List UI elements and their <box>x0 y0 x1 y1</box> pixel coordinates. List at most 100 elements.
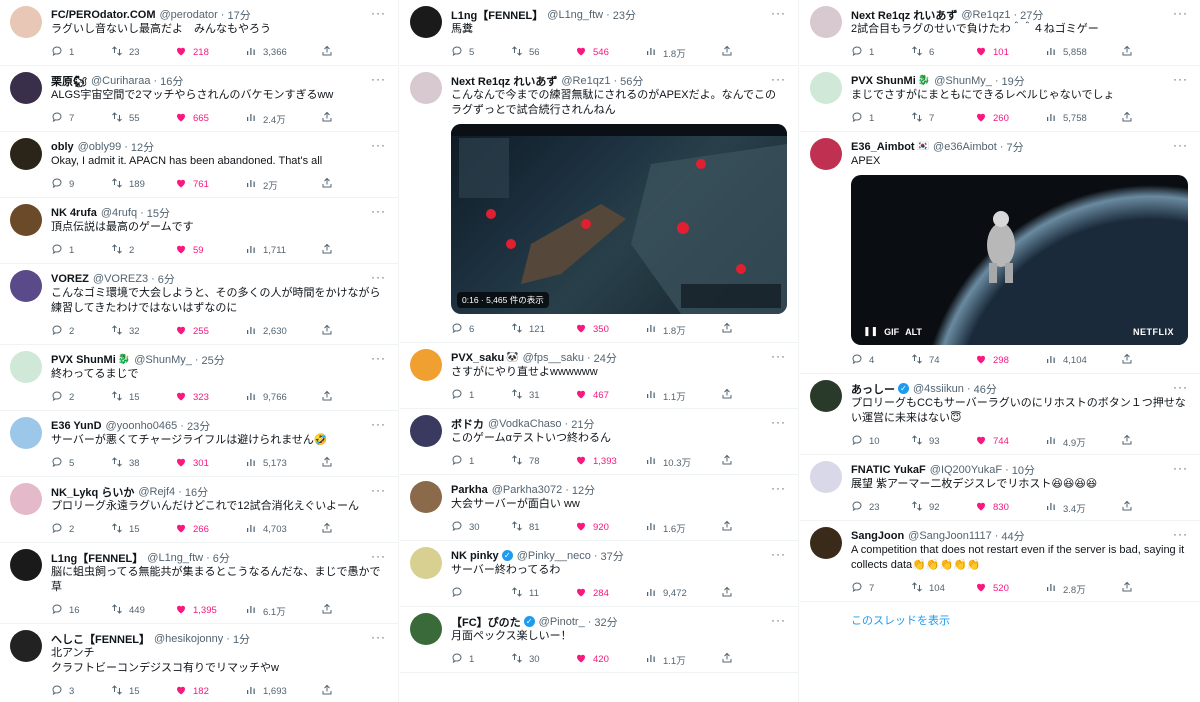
like-button[interactable]: 323 <box>175 390 209 405</box>
show-thread-link[interactable]: このスレッドを表示 <box>800 602 1200 628</box>
display-name[interactable]: obly <box>51 141 74 153</box>
more-options-icon[interactable]: ··· <box>1173 6 1188 20</box>
reply-button[interactable]: 30 <box>451 520 480 535</box>
views-button[interactable]: 1,711 <box>245 243 286 258</box>
tweet-timestamp[interactable]: 1分 <box>233 631 250 646</box>
display-name[interactable]: NK_Lykq らいか <box>51 484 134 499</box>
display-name[interactable]: ボドカ <box>451 416 484 431</box>
more-options-icon[interactable]: ··· <box>1173 380 1188 394</box>
tweet-card[interactable]: Next Re1qz れいあず @Re1qz1 · 27分 ··· 2試合目もラグのせいで… <box>800 0 1200 66</box>
like-button[interactable]: 284 <box>575 586 609 601</box>
retweet-button[interactable]: 74 <box>911 353 940 368</box>
tweet-card[interactable]: E36 YunD @yoonho0465 · 23分 ··· サーバーが悪くてチャージライ… <box>0 411 398 477</box>
more-options-icon[interactable]: ··· <box>371 483 386 497</box>
avatar[interactable] <box>810 6 842 38</box>
tweet-card[interactable]: PVX ShunMi 🐉 @ShunMy_ · 19分 ··· まじでさすがにまともにできる… <box>800 66 1200 132</box>
reply-button[interactable]: 1 <box>451 454 474 469</box>
reply-button[interactable]: 1 <box>851 45 874 60</box>
reply-button[interactable]: 1 <box>851 111 874 126</box>
views-button[interactable]: 1.6万 <box>645 520 686 535</box>
like-button[interactable]: 744 <box>975 434 1009 449</box>
avatar[interactable] <box>10 6 42 38</box>
like-button[interactable]: 218 <box>175 45 209 60</box>
more-options-icon[interactable]: ··· <box>771 481 786 495</box>
retweet-button[interactable]: 15 <box>111 522 140 537</box>
tweet-card[interactable]: L1ng【FENNEL】 @L1ng_ftw · 6分 ··· 脳に蛆虫飼ってる無能共が集… <box>0 543 398 624</box>
avatar[interactable] <box>10 270 42 302</box>
reply-button[interactable] <box>451 586 469 601</box>
user-handle[interactable]: @Curiharaa <box>91 75 150 87</box>
share-button[interactable] <box>321 324 333 339</box>
retweet-button[interactable]: 38 <box>111 456 140 471</box>
tweet-timestamp[interactable]: 12分 <box>572 482 595 497</box>
user-handle[interactable]: @Pinky__neco <box>517 550 591 562</box>
reply-button[interactable]: 7 <box>851 581 874 596</box>
like-button[interactable]: 546 <box>575 45 609 60</box>
views-button[interactable]: 1.1万 <box>645 388 686 403</box>
avatar[interactable] <box>410 547 442 579</box>
tweet-card[interactable]: VOREZ @VOREZ3 · 6分 ··· こんなゴミ環境で大会しようと、その多くの人が… <box>0 264 398 345</box>
user-handle[interactable]: @IQ200YukaF <box>930 464 1002 476</box>
video-player[interactable]: 0:16 · 5,465 件の表示 <box>451 124 787 314</box>
retweet-button[interactable]: 78 <box>511 454 540 469</box>
more-options-icon[interactable]: ··· <box>371 138 386 152</box>
views-button[interactable]: 10.3万 <box>645 454 691 469</box>
tweet-card[interactable]: へしこ【FENNEL】 @hesikojonny · 1分 ··· 北アンチ クラフトビー… <box>0 624 398 702</box>
tweet-timestamp[interactable]: 44分 <box>1001 528 1024 543</box>
views-button[interactable]: 1.8万 <box>645 322 686 337</box>
user-handle[interactable]: @hesikojonny <box>154 633 223 645</box>
gif-player[interactable]: ❚❚ GIF ALT NETFLIX <box>851 175 1188 345</box>
views-button[interactable]: 2.8万 <box>1045 581 1086 596</box>
tweet-card[interactable]: PVX_saku 🐼 @fps__saku · 24分 ··· さすがにやり直せよwwwww… <box>400 343 798 409</box>
views-button[interactable]: 3.4万 <box>1045 500 1086 515</box>
share-button[interactable] <box>721 454 733 469</box>
like-button[interactable]: 665 <box>175 111 209 126</box>
tweet-timestamp[interactable]: 32分 <box>594 614 617 629</box>
more-options-icon[interactable]: ··· <box>1173 138 1188 152</box>
share-button[interactable] <box>321 243 333 258</box>
tweet-timestamp[interactable]: 6分 <box>213 550 230 565</box>
share-button[interactable] <box>1121 111 1133 126</box>
retweet-button[interactable]: 92 <box>911 500 940 515</box>
views-button[interactable]: 3,366 <box>245 45 287 60</box>
reply-button[interactable]: 4 <box>851 353 874 368</box>
tweet-timestamp[interactable]: 19分 <box>1002 73 1025 88</box>
more-options-icon[interactable]: ··· <box>771 72 786 86</box>
avatar[interactable] <box>410 481 442 513</box>
like-button[interactable]: 298 <box>975 353 1009 368</box>
more-options-icon[interactable]: ··· <box>371 6 386 20</box>
views-button[interactable]: 4,104 <box>1045 353 1087 368</box>
retweet-button[interactable]: 15 <box>111 684 140 699</box>
tweet-timestamp[interactable]: 27分 <box>1020 7 1043 22</box>
retweet-button[interactable]: 30 <box>511 652 540 667</box>
like-button[interactable]: 520 <box>975 581 1009 596</box>
share-button[interactable] <box>321 111 333 126</box>
share-button[interactable] <box>1121 581 1133 596</box>
reply-button[interactable]: 23 <box>851 500 880 515</box>
retweet-button[interactable]: 93 <box>911 434 940 449</box>
retweet-button[interactable]: 31 <box>511 388 540 403</box>
avatar[interactable] <box>410 6 442 38</box>
tweet-card[interactable]: 【FC】ぴのた ✓ @Pinotr_ · 32分 ··· 月面ペックス楽しいー！ 1 30 420… <box>400 607 798 673</box>
display-name[interactable]: E36_Aimbot <box>851 141 915 153</box>
tweet-card[interactable]: SangJoon @SangJoon1117 · 44分 ··· A competitio… <box>800 521 1200 602</box>
tweet-timestamp[interactable]: 21分 <box>571 416 594 431</box>
more-options-icon[interactable]: ··· <box>371 417 386 431</box>
retweet-button[interactable]: 6 <box>911 45 934 60</box>
more-options-icon[interactable]: ··· <box>1173 461 1188 475</box>
reply-button[interactable]: 1 <box>51 45 74 60</box>
user-handle[interactable]: @VOREZ3 <box>93 273 148 285</box>
views-button[interactable]: 2万 <box>245 177 278 192</box>
share-button[interactable] <box>721 322 733 337</box>
tweet-timestamp[interactable]: 16分 <box>160 73 183 88</box>
display-name[interactable]: SangJoon <box>851 530 904 542</box>
user-handle[interactable]: @Rejf4 <box>138 486 175 498</box>
like-button[interactable]: 1,395 <box>175 603 217 618</box>
like-button[interactable]: 420 <box>575 652 609 667</box>
user-handle[interactable]: @4rufq <box>101 207 137 219</box>
tweet-card[interactable]: E36_Aimbot 🇰🇷 @e36Aimbot · 7分 ··· APEX ❚❚ GIF ALT… <box>800 132 1200 374</box>
display-name[interactable]: Next Re1qz れいあず <box>851 7 957 22</box>
tweet-card[interactable]: NK_Lykq らいか @Rejf4 · 16分 ··· プロリーグ永遠ラグいんだけどこれ… <box>0 477 398 543</box>
tweet-card[interactable]: L1ng【FENNEL】 @L1ng_ftw · 23分 ··· 馬糞 5 56 546 1.8万 <box>400 0 798 66</box>
more-options-icon[interactable]: ··· <box>771 613 786 627</box>
